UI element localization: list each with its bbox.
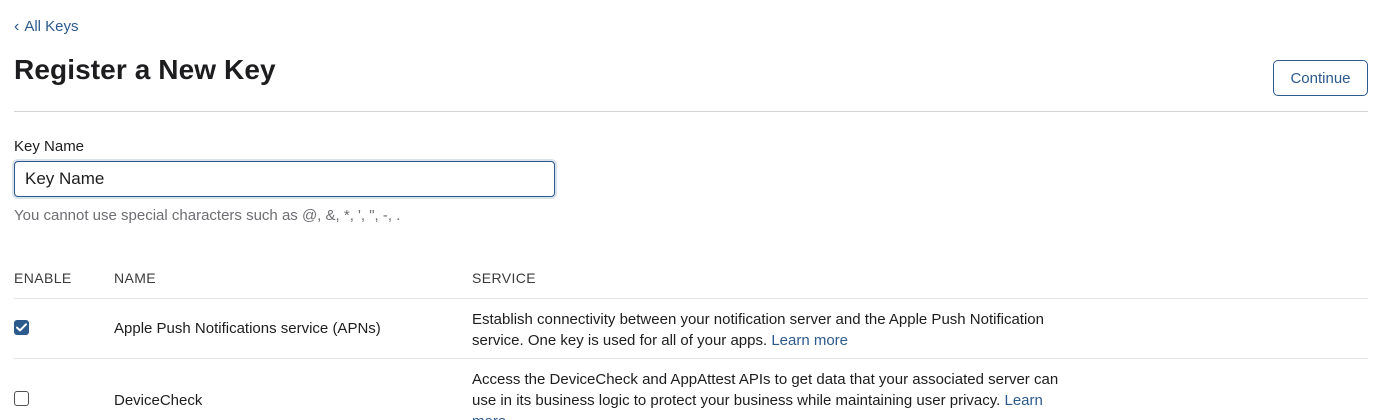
- service-name: Apple Push Notifications service (APNs): [114, 320, 381, 337]
- service-description: Access the DeviceCheck and AppAttest API…: [472, 369, 1062, 420]
- enable-apns-checkbox[interactable]: [14, 320, 29, 335]
- service-description: Establish connectivity between your noti…: [472, 309, 1062, 351]
- continue-button[interactable]: Continue: [1273, 60, 1368, 96]
- key-name-input[interactable]: [14, 161, 555, 197]
- learn-more-link[interactable]: Learn more: [771, 332, 848, 349]
- row-divider: [14, 358, 1368, 359]
- column-header-service: SERVICE: [472, 270, 537, 286]
- checkmark-icon: [16, 323, 27, 332]
- page-title: Register a New Key: [14, 54, 276, 85]
- enable-devicecheck-checkbox[interactable]: [14, 391, 29, 406]
- service-name: DeviceCheck: [114, 392, 203, 409]
- key-name-label: Key Name: [14, 138, 85, 155]
- header-divider: [14, 111, 1368, 112]
- column-header-enable: ENABLE: [14, 270, 72, 286]
- table-header-divider: [14, 298, 1368, 299]
- service-description-text: Access the DeviceCheck and AppAttest API…: [472, 371, 1059, 409]
- column-header-name: NAME: [114, 270, 157, 286]
- service-description-text: Establish connectivity between your noti…: [472, 311, 1044, 349]
- back-to-all-keys-link[interactable]: ‹ All Keys: [14, 18, 79, 35]
- register-key-page: ‹ All Keys Register a New Key Continue K…: [0, 0, 1400, 420]
- back-link-label: All Keys: [24, 18, 79, 35]
- key-name-hint: You cannot use special characters such a…: [14, 207, 401, 224]
- chevron-left-icon: ‹: [14, 17, 20, 35]
